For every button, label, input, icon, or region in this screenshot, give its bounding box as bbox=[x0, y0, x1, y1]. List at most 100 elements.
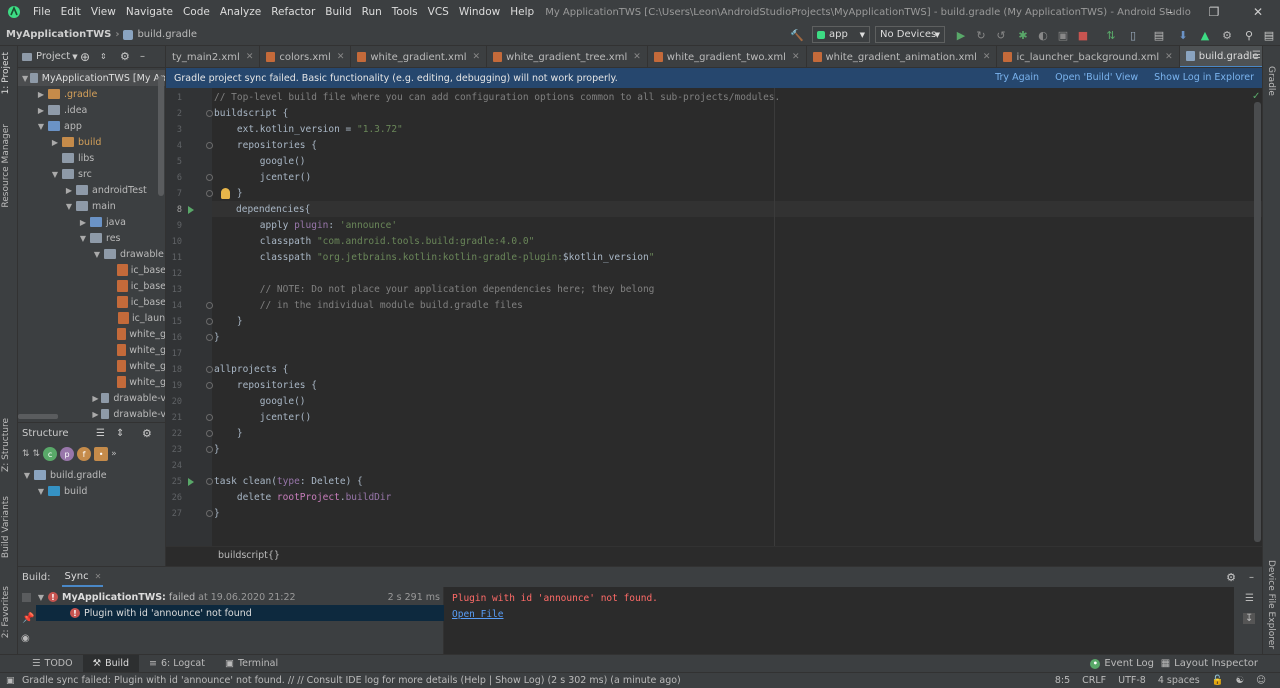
menu-item-build[interactable]: Build bbox=[320, 0, 356, 24]
avd-manager-icon[interactable]: ▯ bbox=[1124, 26, 1142, 44]
menu-item-tools[interactable]: Tools bbox=[387, 0, 423, 24]
tool-structure[interactable]: Z: Structure bbox=[1, 418, 11, 472]
run-gutter-icon[interactable] bbox=[188, 206, 194, 214]
close-tab-icon[interactable]: ✕ bbox=[792, 52, 800, 62]
event-log-tab[interactable]: • Event Log bbox=[1090, 655, 1154, 673]
scroll-to-end-icon[interactable]: ↧ bbox=[1243, 613, 1256, 624]
bottom-tab-6-logcat[interactable]: ≡ 6: Logcat bbox=[139, 655, 215, 673]
profile-icon[interactable]: ◐ bbox=[1034, 26, 1052, 44]
tool-favorites[interactable]: 2: Favorites bbox=[1, 586, 11, 638]
project-tree-item[interactable]: ▼ res bbox=[18, 230, 165, 246]
close-icon[interactable]: ✕ bbox=[95, 572, 102, 581]
caret-position[interactable]: 8:5 bbox=[1055, 675, 1070, 686]
project-structure-icon[interactable]: ▤ bbox=[1150, 26, 1168, 44]
soft-wrap-icon[interactable]: ☰ bbox=[1245, 593, 1254, 604]
project-tree-item[interactable]: ▶ java bbox=[18, 214, 165, 230]
editor-tab[interactable]: white_gradient.xml ✕ bbox=[351, 46, 488, 67]
stop-icon[interactable]: ■ bbox=[1074, 26, 1092, 44]
project-tree-item[interactable]: ▼ MyApplicationTWS [My Ap bbox=[18, 70, 165, 86]
editor-tab[interactable]: white_gradient_animation.xml ✕ bbox=[807, 46, 998, 67]
lock-icon[interactable]: 🔓 bbox=[1212, 675, 1224, 686]
chevron-right-icon[interactable]: ▶ bbox=[36, 106, 46, 115]
show-fields-icon[interactable]: f bbox=[77, 447, 92, 461]
menu-item-run[interactable]: Run bbox=[357, 0, 387, 24]
ide-updates-icon[interactable]: ▤ bbox=[1260, 26, 1278, 44]
sort-icon[interactable]: ☰ bbox=[96, 428, 105, 439]
close-tab-icon[interactable]: ✕ bbox=[633, 52, 641, 62]
project-tree-item[interactable]: ▼ main bbox=[18, 198, 165, 214]
git-icon[interactable]: ☯ bbox=[1236, 675, 1245, 686]
fold-marker-icon[interactable] bbox=[206, 510, 213, 517]
menu-item-analyze[interactable]: Analyze bbox=[215, 0, 266, 24]
close-icon[interactable]: ✕ bbox=[1236, 0, 1280, 24]
fold-marker-icon[interactable] bbox=[206, 430, 213, 437]
chevron-right-icon[interactable]: ▶ bbox=[92, 394, 99, 403]
debug-icon[interactable]: ✱ bbox=[1014, 26, 1032, 44]
structure-tree-item[interactable]: ▼ build.gradle bbox=[18, 467, 166, 483]
bottom-tab-build[interactable]: ⚒ Build bbox=[82, 654, 139, 673]
vertical-scrollbar[interactable] bbox=[158, 76, 164, 196]
build-tree-row[interactable]: ! Plugin with id 'announce' not found bbox=[36, 605, 444, 621]
close-tab-icon[interactable]: ✕ bbox=[246, 52, 254, 62]
fold-marker-icon[interactable] bbox=[206, 334, 213, 341]
project-tree-item[interactable]: ▶ androidTest bbox=[18, 182, 165, 198]
chevron-down-icon[interactable]: ▼ bbox=[50, 170, 60, 179]
fold-marker-icon[interactable] bbox=[206, 110, 213, 117]
chevron-right-icon[interactable]: ▶ bbox=[78, 218, 88, 227]
chevron-down-icon[interactable]: ▼ bbox=[72, 53, 77, 61]
breadcrumb-project[interactable]: MyApplicationTWS bbox=[6, 29, 111, 40]
menu-item-code[interactable]: Code bbox=[178, 0, 215, 24]
fold-marker-icon[interactable] bbox=[206, 190, 213, 197]
project-tree-item[interactable]: ▼ app bbox=[18, 118, 165, 134]
locate-icon[interactable]: ⊕ bbox=[80, 50, 90, 64]
fold-marker-icon[interactable] bbox=[206, 446, 213, 453]
tab-list-icon[interactable]: ⋮☰ bbox=[1242, 50, 1261, 61]
show-inherited-icon[interactable]: c bbox=[43, 447, 58, 461]
chevron-right-icon[interactable]: ▶ bbox=[92, 410, 99, 419]
fold-marker-icon[interactable] bbox=[206, 366, 213, 373]
chevron-right-icon[interactable]: ▶ bbox=[50, 138, 60, 147]
attach-debugger-icon[interactable]: ▣ bbox=[1054, 26, 1072, 44]
try-again-link[interactable]: Try Again bbox=[995, 68, 1039, 88]
project-tree-item[interactable]: ▶ .gradle bbox=[18, 86, 165, 102]
chevron-down-icon[interactable]: ▼ bbox=[36, 593, 46, 602]
open-build-view-link[interactable]: Open 'Build' View bbox=[1055, 68, 1138, 88]
device-select[interactable]: No Devices ▼ bbox=[875, 26, 945, 43]
bottom-tab-terminal[interactable]: ▣ Terminal bbox=[215, 655, 288, 673]
collapse-icon[interactable]: ⇕ bbox=[100, 52, 107, 61]
menu-item-edit[interactable]: Edit bbox=[56, 0, 86, 24]
project-tree-item[interactable]: white_g bbox=[18, 358, 165, 374]
apply-changes-icon[interactable]: ↻ bbox=[972, 26, 990, 44]
menu-item-window[interactable]: Window bbox=[454, 0, 505, 24]
project-tree-item[interactable]: ic_base bbox=[18, 278, 165, 294]
build-tree-row[interactable]: ▼ ! MyApplicationTWS: failed at 19.06.20… bbox=[36, 589, 444, 605]
code-breadcrumb[interactable]: buildscript{} bbox=[218, 550, 280, 561]
indent-setting[interactable]: 4 spaces bbox=[1158, 675, 1200, 686]
line-separator[interactable]: CRLF bbox=[1082, 675, 1106, 686]
eye-icon[interactable]: ◉ bbox=[21, 633, 30, 644]
lightbulb-icon[interactable] bbox=[221, 188, 230, 199]
apply-code-changes-icon[interactable]: ↺ bbox=[992, 26, 1010, 44]
status-message[interactable]: Gradle sync failed: Plugin with id 'anno… bbox=[22, 675, 681, 686]
android-assistant-icon[interactable]: ▲ bbox=[1196, 26, 1214, 44]
project-tree-item[interactable]: ▼ drawable bbox=[18, 246, 165, 262]
code-editor[interactable]: 1 2 3 4 5 6 7 8 9 10 11 12 13 14 15 16 17 18 19 20 21 22 23 24 2… bbox=[166, 88, 1262, 546]
menu-item-vcs[interactable]: VCS bbox=[423, 0, 454, 24]
close-tab-icon[interactable]: ✕ bbox=[1165, 52, 1173, 62]
project-tree-item[interactable]: ▶ build bbox=[18, 134, 165, 150]
file-encoding[interactable]: UTF-8 bbox=[1118, 675, 1146, 686]
status-toggle-icon[interactable]: ▣ bbox=[6, 676, 15, 686]
fold-marker-icon[interactable] bbox=[206, 318, 213, 325]
close-tab-icon[interactable]: ✕ bbox=[472, 52, 480, 62]
tab-sync[interactable]: Sync ✕ bbox=[62, 568, 104, 587]
horizontal-scrollbar[interactable] bbox=[18, 414, 58, 419]
project-tree-item[interactable]: ic_base bbox=[18, 294, 165, 310]
fold-marker-icon[interactable] bbox=[206, 142, 213, 149]
chevron-right-icon[interactable]: ▶ bbox=[64, 186, 74, 195]
fold-marker-icon[interactable] bbox=[206, 174, 213, 181]
editor-scrollbar[interactable] bbox=[1254, 102, 1261, 542]
tool-device-file-explorer[interactable]: Device File Explorer bbox=[1266, 560, 1276, 649]
run-icon[interactable]: ▶ bbox=[952, 26, 970, 44]
tool-project[interactable]: 1: Project bbox=[1, 52, 11, 94]
tool-gradle[interactable]: Gradle bbox=[1266, 66, 1276, 96]
